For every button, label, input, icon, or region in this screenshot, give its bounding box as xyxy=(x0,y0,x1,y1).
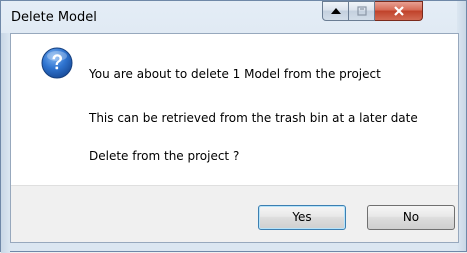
title-bar[interactable]: Delete Model xyxy=(1,1,466,33)
window-frame-left xyxy=(1,33,10,253)
window-title: Delete Model xyxy=(11,10,97,25)
minimize-button[interactable] xyxy=(322,1,349,21)
message-line-3: Delete from the project ? xyxy=(89,149,240,163)
restore-icon xyxy=(356,6,367,16)
question-icon xyxy=(41,47,73,79)
message-line-1: You are about to delete 1 Model from the… xyxy=(89,67,381,81)
minimize-icon xyxy=(330,8,341,14)
caption-buttons xyxy=(322,1,423,21)
close-icon xyxy=(393,6,404,16)
no-button[interactable]: No xyxy=(367,205,455,230)
close-button[interactable] xyxy=(375,1,423,21)
message-line-2: This can be retrieved from the trash bin… xyxy=(89,111,418,125)
restore-button[interactable] xyxy=(349,1,375,21)
dialog-window: Delete Model You are about to delete 1 M… xyxy=(0,0,467,253)
yes-button[interactable]: Yes xyxy=(258,205,346,230)
